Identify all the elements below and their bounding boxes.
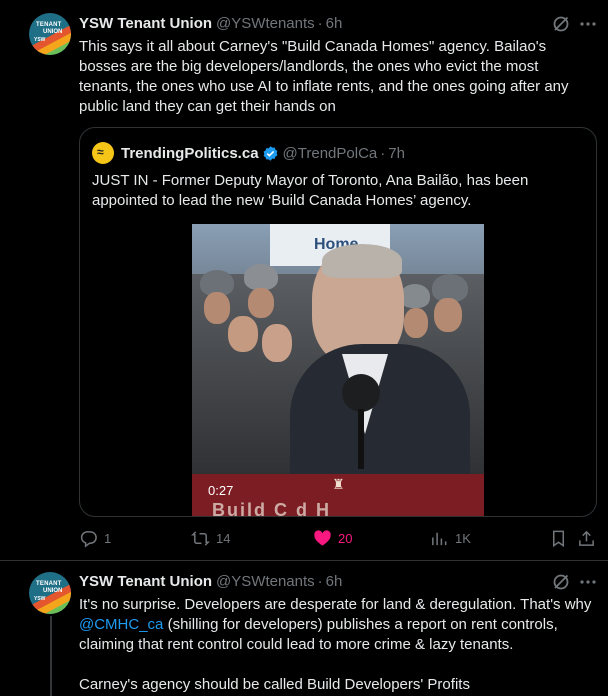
verified-icon xyxy=(263,145,277,161)
grok-icon[interactable] xyxy=(551,572,571,592)
author-handle[interactable]: @YSWtenants xyxy=(216,15,315,32)
avatar[interactable]: TENANT UNION YSW xyxy=(29,572,71,614)
share-icon xyxy=(579,530,594,546)
action-bar: 1 14 20 1K xyxy=(79,525,597,551)
reply-button[interactable]: 1 xyxy=(79,525,111,551)
more-icon[interactable] xyxy=(578,572,598,592)
share-button[interactable] xyxy=(577,525,596,551)
tweet-text-paragraph: Carney's agency should be called Build D… xyxy=(79,676,470,693)
views-button[interactable]: 1K xyxy=(430,525,471,551)
bookmark-button[interactable] xyxy=(549,525,568,551)
bookmark-icon xyxy=(552,530,565,547)
like-button[interactable]: 20 xyxy=(313,525,352,551)
tweet[interactable]: TENANT UNION YSW YSW Tenant Union @YSWte… xyxy=(0,561,608,696)
tweet-text: It's no surprise. Developers are despera… xyxy=(79,595,594,695)
more-icon[interactable] xyxy=(578,14,598,34)
quote-author-name[interactable]: TrendingPolitics.ca xyxy=(121,145,259,162)
repost-icon xyxy=(191,530,210,546)
video-player[interactable]: Home ♜ Build C d H 0:27 xyxy=(192,224,484,516)
views-count: 1K xyxy=(455,530,471,546)
quote-author-handle[interactable]: @TrendPolCa xyxy=(283,145,378,162)
author-name[interactable]: YSW Tenant Union xyxy=(79,573,212,590)
tweet[interactable]: TENANT UNION YSW YSW Tenant Union @YSWte… xyxy=(0,0,608,560)
microphone xyxy=(342,374,380,412)
grok-icon[interactable] xyxy=(551,14,571,34)
repost-button[interactable]: 14 xyxy=(191,525,230,551)
quote-avatar[interactable]: ≈ xyxy=(92,142,114,164)
quote-header: TrendingPolitics.ca @TrendPolCa · 7h xyxy=(121,144,405,162)
quoted-tweet[interactable]: ≈ TrendingPolitics.ca @TrendPolCa · 7h J… xyxy=(79,127,597,517)
timestamp[interactable]: 6h xyxy=(326,573,343,590)
repost-count: 14 xyxy=(216,530,231,546)
like-count: 20 xyxy=(338,530,353,546)
thread-line xyxy=(50,616,52,696)
views-icon xyxy=(432,532,447,545)
mention-link[interactable]: @CMHC_ca xyxy=(79,616,163,633)
quote-text: JUST IN - Former Deputy Mayor of Toronto… xyxy=(92,172,529,209)
heart-icon xyxy=(314,529,331,546)
quote-timestamp[interactable]: 7h xyxy=(388,145,405,162)
tweet-header: YSW Tenant Union @YSWtenants · 6h xyxy=(79,572,343,590)
tweet-header: YSW Tenant Union @YSWtenants · 6h xyxy=(79,14,343,32)
video-duration: 0:27 xyxy=(208,483,234,498)
avatar[interactable]: TENANT UNION YSW xyxy=(29,13,71,55)
reply-icon xyxy=(80,530,97,548)
reply-count: 1 xyxy=(104,530,112,546)
author-handle[interactable]: @YSWtenants xyxy=(216,573,315,590)
author-name[interactable]: YSW Tenant Union xyxy=(79,15,212,32)
timestamp[interactable]: 6h xyxy=(326,15,343,32)
tweet-text: This says it all about Carney's "Build C… xyxy=(79,38,569,115)
